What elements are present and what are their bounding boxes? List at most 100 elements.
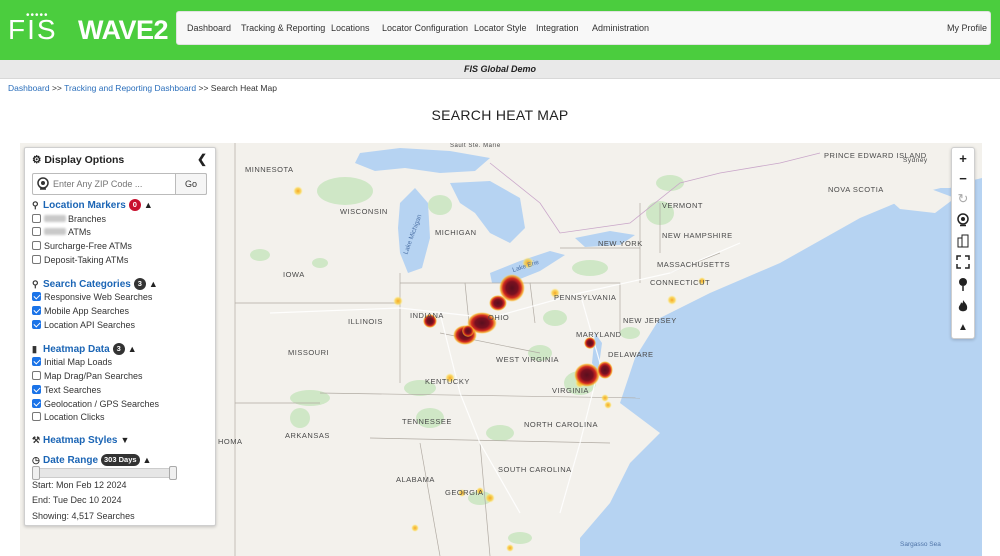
deposit-taking-atms-checkbox[interactable] [32, 255, 41, 264]
atms-label: ATMs [68, 227, 91, 237]
date-range-slider-track[interactable] [34, 468, 176, 478]
map-label-iowa: IOWA [283, 270, 305, 279]
date-range-days-badge: 303 Days [101, 454, 140, 466]
option-responsive-web-searches[interactable]: Responsive Web Searches [32, 291, 152, 303]
fullscreen-icon[interactable] [952, 252, 974, 272]
map-label-sargasso-sea: Sargasso Sea [900, 541, 941, 548]
map-label-new-jersey: NEW JERSEY [623, 316, 677, 325]
nav-locator-configuration[interactable]: Locator Configuration [382, 23, 468, 33]
mobile-app-searches-label: Mobile App Searches [44, 306, 130, 316]
option-geolocation-gps-searches[interactable]: Geolocation / GPS Searches [32, 398, 159, 410]
gear-icon: ⚙ [32, 154, 42, 166]
option-atms[interactable]: ATMs [32, 226, 91, 238]
initial-map-loads-checkbox[interactable] [32, 357, 41, 366]
chevron-up-icon[interactable]: ▲ [149, 279, 158, 289]
geolocation-gps-searches-checkbox[interactable] [32, 399, 41, 408]
option-location-api-searches[interactable]: Location API Searches [32, 319, 135, 331]
zip-code-input[interactable] [53, 176, 183, 192]
heatmap-data-header[interactable]: ▮ Heatmap Data 3 ▲ [32, 343, 137, 355]
nav-dashboard[interactable]: Dashboard [187, 23, 231, 33]
breadcrumb-dashboard[interactable]: Dashboard [8, 83, 50, 93]
map-label-maryland: MARYLAND [576, 330, 622, 339]
map-label-connecticut: CONNECTICUT [650, 278, 711, 287]
location-api-searches-label: Location API Searches [44, 320, 136, 330]
locate-me-icon[interactable] [36, 177, 50, 191]
map-label-virginia: VIRGINIA [552, 386, 589, 395]
chevron-up-icon[interactable]: ▲ [128, 344, 137, 354]
option-initial-map-loads[interactable]: Initial Map Loads [32, 356, 112, 368]
zoom-in-button[interactable]: + [952, 149, 974, 169]
logo-wave2-text: WAVE2 [78, 15, 169, 45]
zip-go-button[interactable]: Go [175, 173, 207, 195]
date-range-start: Start: Mon Feb 12 2024 [32, 480, 127, 490]
map-label-oklahoma: HOMA [218, 437, 243, 446]
nav-integration[interactable]: Integration [536, 23, 579, 33]
pan-vertical-icon[interactable]: ▲ [952, 318, 974, 338]
map-label-sault-ste-marie: Sault Ste. Marie [450, 143, 501, 149]
location-markers-count-badge: 0 [128, 199, 141, 211]
top-bar: ••••• FIS WAVE2 Dashboard Tracking & Rep… [0, 0, 1000, 60]
responsive-web-searches-checkbox[interactable] [32, 292, 41, 301]
breadcrumb: Dashboard >> Tracking and Reporting Dash… [8, 83, 277, 93]
option-mobile-app-searches[interactable]: Mobile App Searches [32, 305, 129, 317]
date-range-label: Date Range [43, 455, 99, 466]
map-pin-icon[interactable] [952, 274, 974, 294]
responsive-web-searches-label: Responsive Web Searches [44, 292, 153, 302]
location-markers-label: Location Markers [43, 200, 126, 211]
map-label-wisconsin: WISCONSIN [340, 207, 388, 216]
mobile-app-searches-checkbox[interactable] [32, 306, 41, 315]
nav-locator-style[interactable]: Locator Style [474, 23, 527, 33]
display-options-title: ⚙ Display Options [32, 154, 124, 166]
breadcrumb-separator: >> [198, 83, 209, 93]
zoom-out-button[interactable]: − [952, 169, 974, 189]
heatmap-data-label: Heatmap Data [43, 344, 110, 355]
option-location-clicks[interactable]: Location Clicks [32, 411, 105, 423]
nav-locations[interactable]: Locations [331, 23, 370, 33]
date-range-header[interactable]: ◷ Date Range 303 Days ▲ [32, 454, 151, 466]
option-deposit-taking-atms[interactable]: Deposit-Taking ATMs [32, 254, 128, 266]
map-drag-pan-searches-checkbox[interactable] [32, 371, 41, 380]
map-label-michigan: MICHIGAN [435, 228, 477, 237]
location-markers-header[interactable]: ⚲ Location Markers 0 ▲ [32, 199, 153, 211]
option-text-searches[interactable]: Text Searches [32, 384, 101, 396]
map-label-tennessee: TENNESSEE [402, 417, 452, 426]
chevron-down-icon[interactable]: ▼ [120, 435, 129, 445]
nav-tracking-reporting[interactable]: Tracking & Reporting [241, 23, 325, 33]
locate-icon[interactable] [952, 210, 974, 230]
geolocation-gps-searches-label: Geolocation / GPS Searches [44, 399, 160, 409]
option-map-drag-pan-searches[interactable]: Map Drag/Pan Searches [32, 370, 143, 382]
buildings-icon[interactable] [952, 231, 974, 251]
text-searches-checkbox[interactable] [32, 385, 41, 394]
fis-wave2-logo[interactable]: ••••• FIS WAVE2 [8, 10, 169, 46]
heatmap-data-count-badge: 3 [112, 343, 125, 355]
redacted-bank-name [44, 228, 66, 235]
search-categories-count-badge: 3 [133, 278, 146, 290]
surcharge-free-atms-checkbox[interactable] [32, 241, 41, 250]
lake-superior [355, 148, 490, 173]
breadcrumb-tracking-reporting[interactable]: Tracking and Reporting Dashboard [64, 83, 196, 93]
collapse-panel-chevron-icon[interactable]: ❮ [197, 152, 207, 166]
map-label-nova-scotia: NOVA SCOTIA [828, 185, 884, 194]
refresh-icon[interactable]: ↻ [952, 189, 974, 209]
main-nav: Dashboard Tracking & Reporting Locations… [176, 11, 991, 45]
date-range-start-handle[interactable] [32, 466, 40, 480]
map-label-kentucky: KENTUCKY [425, 377, 470, 386]
nav-my-profile[interactable]: My Profile [947, 23, 987, 33]
option-branches[interactable]: Branches [32, 213, 106, 225]
bar-chart-icon: ▮ [32, 344, 37, 354]
date-range-end-handle[interactable] [169, 466, 177, 480]
location-api-searches-checkbox[interactable] [32, 320, 41, 329]
search-count: Showing: 4,517 Searches [32, 511, 135, 521]
chevron-up-icon[interactable]: ▲ [143, 455, 152, 465]
fire-heatmap-icon[interactable] [952, 296, 974, 316]
branches-checkbox[interactable] [32, 214, 41, 223]
heatmap-styles-header[interactable]: ⚒ Heatmap Styles ▼ [32, 435, 129, 446]
map-label-minnesota: MINNESOTA [245, 165, 294, 174]
atms-checkbox[interactable] [32, 227, 41, 236]
location-clicks-checkbox[interactable] [32, 412, 41, 421]
chevron-up-icon[interactable]: ▲ [144, 200, 153, 210]
search-categories-header[interactable]: ⚲ Search Categories 3 ▲ [32, 278, 158, 290]
map-label-missouri: MISSOURI [288, 348, 330, 357]
option-surcharge-free-atms[interactable]: Surcharge-Free ATMs [32, 240, 132, 252]
nav-administration[interactable]: Administration [592, 23, 649, 33]
